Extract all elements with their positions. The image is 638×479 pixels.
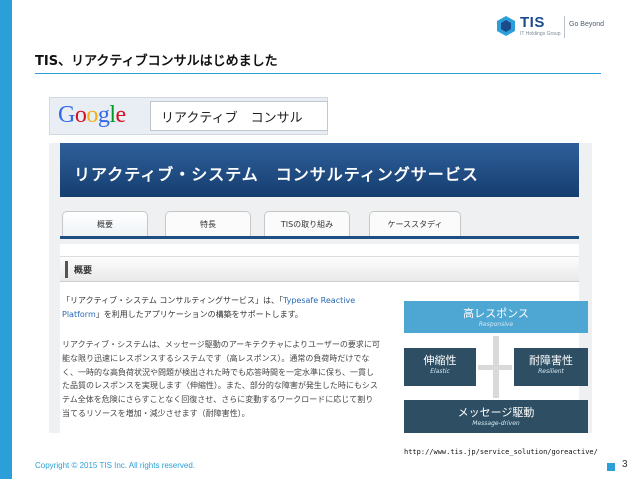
fade-overlay <box>60 419 390 433</box>
google-logo-letter: g <box>97 102 110 128</box>
resilient-box: 耐障害性 Resilient <box>514 348 588 386</box>
section-heading-bar: 概要 <box>60 256 579 282</box>
tab-features[interactable]: 特長 <box>165 211 251 237</box>
intro-paragraph: 「リアクティブ・システム コンサルティングサービス」は、「Typesafe Re… <box>62 294 380 322</box>
google-logo-letter: o <box>74 102 87 128</box>
tab-overview[interactable]: 概要 <box>62 211 148 237</box>
copyright-notice: Copyright © 2015 TIS Inc. All rights res… <box>35 461 196 470</box>
google-search-input[interactable]: リアクティブ コンサル <box>150 101 328 131</box>
search-query: リアクティブ コンサル <box>161 111 303 126</box>
tis-logo-icon <box>497 16 515 36</box>
responsive-label-en: Responsive <box>478 321 514 328</box>
elastic-box: 伸縮性 Elastic <box>404 348 476 386</box>
intro-text-end: 」を利用したアプリケーションの構築をサポートします。 <box>95 310 303 319</box>
slide-title: TIS、リアクティブコンサルはじめました <box>35 54 278 69</box>
left-accent-bar <box>0 0 12 479</box>
company-logo: TIS IT Holdings Group Go Beyond <box>497 14 607 40</box>
title-underline <box>35 73 601 74</box>
section-heading: 概要 <box>74 266 93 276</box>
intro-text-start: 「リアクティブ・システム コンサルティングサービス」は、「 <box>62 296 283 305</box>
responsive-box: 高レスポンス Responsive <box>404 301 588 333</box>
heading-marker <box>65 261 68 278</box>
website-screenshot: リアクティブ・システム コンサルティングサービス 概要 特長 TISの取り組み … <box>49 143 592 433</box>
message-driven-box: メッセージ駆動 Message-driven <box>404 400 588 433</box>
site-title: リアクティブ・システム コンサルティングサービス <box>74 165 479 184</box>
google-logo-letter: o <box>86 102 98 128</box>
message-driven-label-en: Message-driven <box>472 420 520 427</box>
logo-name: TIS <box>520 14 545 31</box>
google-logo-letter: e <box>115 102 127 128</box>
site-header: リアクティブ・システム コンサルティングサービス <box>60 143 579 197</box>
tab-case-study[interactable]: ケーススタディ <box>369 211 461 237</box>
logo-divider <box>564 16 565 38</box>
description-paragraph: リアクティブ・システムは、メッセージ駆動のアーキテクチャによりユーザーの要求に可… <box>62 340 380 418</box>
content-panel: 概要 「リアクティブ・システム コンサルティングサービス」は、「Typesafe… <box>60 244 588 433</box>
google-search-screenshot: Google リアクティブ コンサル <box>49 97 328 135</box>
logo-tagline: Go Beyond <box>569 21 605 28</box>
resilient-label-en: Resilient <box>538 368 564 375</box>
google-logo: Google <box>58 102 126 129</box>
google-logo-letter: G <box>58 102 75 128</box>
page-marker <box>607 463 615 471</box>
resilient-label: 耐障害性 <box>529 354 573 367</box>
horizontal-arrow <box>478 365 512 370</box>
tab-underline <box>60 236 579 239</box>
logo-subtitle: IT Holdings Group <box>520 31 561 37</box>
reactive-manifesto-diagram: 高レスポンス Responsive 伸縮性 Elastic 耐障害性 Resil… <box>404 298 588 433</box>
source-url[interactable]: http://www.tis.jp/service_solution/gorea… <box>404 448 598 456</box>
message-driven-label: メッセージ駆動 <box>457 406 535 419</box>
responsive-label: 高レスポンス <box>463 307 529 320</box>
elastic-label: 伸縮性 <box>423 354 457 367</box>
page-number: 3 <box>622 459 628 470</box>
tab-tis-initiatives[interactable]: TISの取り組み <box>264 211 350 237</box>
elastic-label-en: Elastic <box>430 368 450 375</box>
